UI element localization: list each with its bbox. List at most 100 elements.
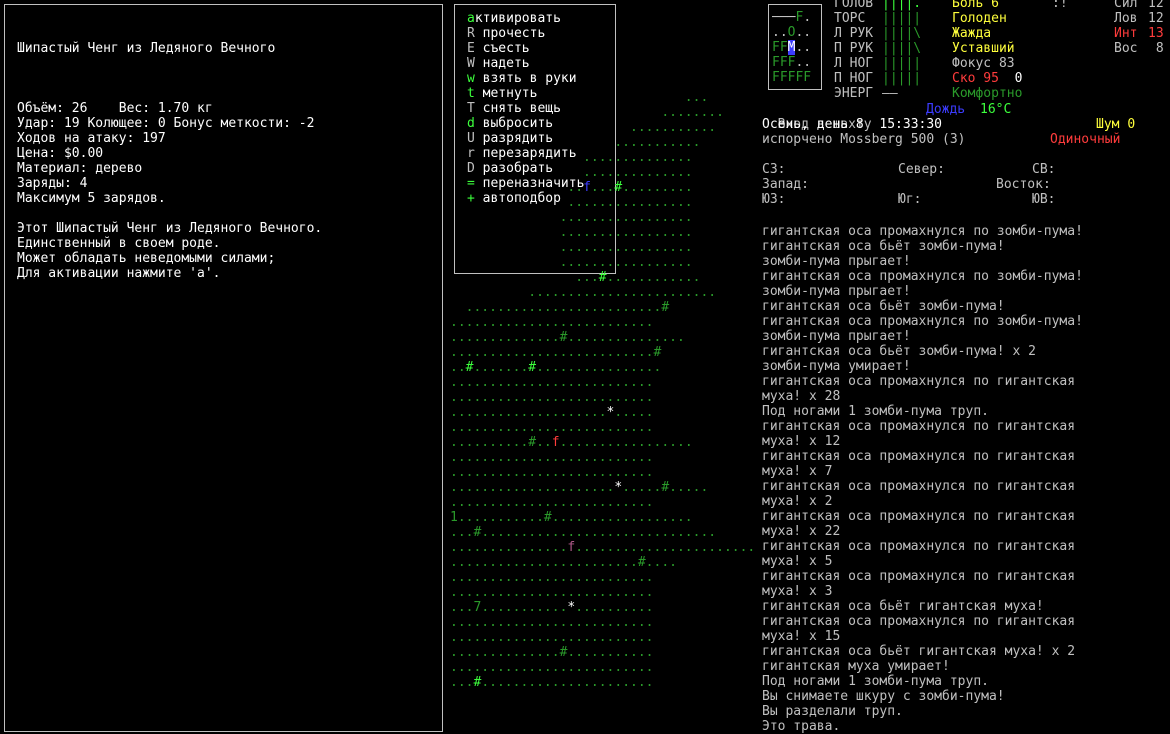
terrain-tiles: ............... bbox=[567, 330, 685, 345]
limbs-glyph: .. bbox=[795, 55, 812, 70]
terrain-tiles: ..... bbox=[669, 480, 709, 495]
log-message: гигантская оса промахнулся по гигантская bbox=[762, 539, 1076, 554]
terrain-tiles: ..... bbox=[614, 405, 654, 420]
monster-f: f bbox=[583, 180, 591, 195]
limbs-glyph: .. bbox=[795, 40, 812, 55]
log-message: муха! x 7 bbox=[762, 464, 833, 479]
terrain-tiles: ......... bbox=[622, 180, 693, 195]
terrain-tiles: ..... bbox=[622, 480, 662, 495]
status-effects: Боль 6 Голоден Жажда Уставший Фокус 83 Ско 95… bbox=[952, 0, 1022, 101]
log-message: зомби-пума прыгает! bbox=[762, 329, 911, 344]
body-part-row: ЭНЕРГ —— bbox=[834, 86, 921, 101]
noise-value: 0 bbox=[1127, 117, 1136, 132]
item-info-line: Удар: 19 Колющее: 0 Бонус меткости: -2 bbox=[17, 116, 315, 131]
status-row: Фокус 83 bbox=[952, 56, 1022, 71]
tree-tile: # bbox=[528, 360, 537, 375]
log-message: муха! x 12 bbox=[762, 434, 841, 449]
log-message: гигантская оса бьёт гигантская муха! x 2 bbox=[762, 644, 1076, 659]
attribute-value: 13 bbox=[1148, 26, 1164, 41]
terrain-tiles: .............. bbox=[450, 330, 560, 345]
weather-label: Дождь bbox=[926, 102, 966, 117]
terrain-tiles: .......................... bbox=[450, 660, 654, 675]
noise-indicator: Шум 0 bbox=[1096, 117, 1135, 132]
game-map[interactable]: ... ........ ........... ........... ...… bbox=[450, 0, 760, 690]
map-row: ..f...#......... bbox=[450, 180, 760, 195]
status-row: Боль 6 bbox=[952, 0, 1022, 11]
map-row bbox=[450, 0, 760, 15]
log-message: гигантская оса промахнулся по гигантская bbox=[762, 479, 1076, 494]
terrain-tiles: ........... bbox=[450, 135, 701, 150]
limbs-glyph: .. bbox=[795, 25, 812, 40]
map-row: .............. bbox=[450, 150, 760, 165]
terrain-tiles: .......................... bbox=[450, 585, 654, 600]
compass-s: Юг: bbox=[898, 192, 922, 207]
log-message: зомби-пума умирает! bbox=[762, 359, 911, 374]
map-row bbox=[450, 30, 760, 45]
body-part-name: ЭНЕРГ bbox=[834, 86, 874, 101]
status-text: Ско 95 bbox=[952, 71, 999, 86]
body-part-row: П РУК ||||\ bbox=[834, 41, 921, 56]
map-row: ..........................# bbox=[450, 345, 760, 360]
log-message: гигантская оса промахнулся по гигантская bbox=[762, 569, 1076, 584]
terrain-tiles: ................ bbox=[450, 195, 693, 210]
terrain-tiles: .... bbox=[645, 555, 677, 570]
compass-n: Север: bbox=[898, 162, 945, 177]
map-row: .......................... bbox=[450, 660, 760, 675]
status-extra: 0 bbox=[998, 71, 1023, 86]
body-part-bar: ||||\ bbox=[882, 26, 922, 41]
log-message: гигантская оса промахнулся по гигантская bbox=[762, 419, 1076, 434]
terrain-tiles: ................. bbox=[559, 435, 693, 450]
body-part-bar: ||||| bbox=[882, 71, 922, 86]
body-part-name: ГОЛОВ bbox=[834, 0, 874, 11]
limbs-row: ..O.. bbox=[772, 25, 811, 40]
log-message: муха! x 28 bbox=[762, 389, 841, 404]
terrain-tiles: ........ bbox=[450, 105, 724, 120]
map-number: 1 bbox=[450, 510, 458, 525]
map-row: .......................... bbox=[450, 630, 760, 645]
map-row: ........................#.... bbox=[450, 555, 760, 570]
map-row: ................. bbox=[450, 240, 760, 255]
log-message: гигантская оса бьёт зомби-пума! bbox=[762, 299, 1005, 314]
log-message: муха! x 2 bbox=[762, 494, 833, 509]
map-row: .......................... bbox=[450, 495, 760, 510]
attribute-name: Сил bbox=[1114, 0, 1138, 11]
compass-w: Запад: bbox=[762, 177, 809, 192]
date-time: Осень, день 8 15:33:30 bbox=[762, 117, 943, 132]
terrain-tiles: ............ bbox=[606, 270, 701, 285]
terrain-tiles: .............................. bbox=[481, 525, 717, 540]
compass-ne: СВ: bbox=[1032, 162, 1056, 177]
log-message: муха! x 15 bbox=[762, 629, 841, 644]
tree-tile: # bbox=[543, 510, 552, 525]
map-row: .......................... bbox=[450, 390, 760, 405]
attribute-name: Инт bbox=[1114, 26, 1138, 41]
map-row bbox=[450, 15, 760, 30]
fire-mode: Одиночный bbox=[1050, 132, 1121, 147]
map-row: .......................... bbox=[450, 570, 760, 585]
log-message: Вы разделали труп. bbox=[762, 704, 903, 719]
terrain-tiles: .. bbox=[450, 180, 584, 195]
status-text: Боль 6 bbox=[952, 0, 999, 11]
tree-tile: # bbox=[661, 480, 670, 495]
status-row: Жажда bbox=[952, 26, 1022, 41]
terrain-tiles: ... bbox=[450, 600, 474, 615]
item-info-line: Материал: дерево bbox=[17, 161, 143, 176]
map-row: ...............f....................... bbox=[450, 540, 760, 555]
terrain-tiles: ... bbox=[450, 525, 474, 540]
map-row: .......................... bbox=[450, 375, 760, 390]
terrain-tiles: ........... bbox=[567, 645, 654, 660]
log-message: гигантская оса промахнулся по зомби-пума… bbox=[762, 314, 1083, 329]
map-row: ...7...........*.......... bbox=[450, 600, 760, 615]
status-text: Уставший bbox=[952, 41, 1015, 56]
limbs-glyph: FFF bbox=[772, 55, 796, 70]
terrain-tiles: ........................ bbox=[450, 285, 717, 300]
tree-tile: # bbox=[661, 300, 670, 315]
tree-tile: # bbox=[528, 435, 537, 450]
terrain-tiles: ... bbox=[450, 270, 599, 285]
item-info-line: Единственный в своем роде. bbox=[17, 236, 221, 251]
map-row: .......................... bbox=[450, 315, 760, 330]
terrain-tiles: ................ bbox=[536, 360, 662, 375]
item-info-line: Заряды: 4 bbox=[17, 176, 88, 191]
attribute-row: Сил 12 bbox=[1114, 0, 1164, 11]
status-row: Ско 95 0 bbox=[952, 71, 1022, 86]
limbs-row: ───F. bbox=[772, 10, 811, 25]
